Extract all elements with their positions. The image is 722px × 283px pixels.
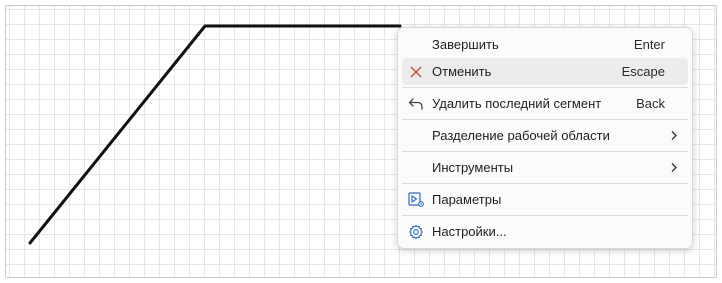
menu-item-cancel-shortcut: Escape: [621, 64, 665, 79]
chevron-right-icon: [666, 162, 688, 173]
menu-item-delete-last-segment[interactable]: Удалить последний сегмент Back: [402, 90, 688, 117]
menu-item-finish-label: Завершить: [432, 37, 499, 52]
menu-item-cancel-label: Отменить: [432, 64, 492, 79]
menu-item-parameters-label: Параметры: [432, 192, 502, 207]
menu-item-split-workspace-label: Разделение рабочей области: [432, 128, 610, 143]
menu-separator: [402, 183, 688, 184]
undo-arrow-icon: [402, 90, 430, 117]
menu-item-tools[interactable]: Инструменты: [402, 154, 688, 181]
menu-item-settings[interactable]: Настройки...: [402, 218, 688, 245]
gear-icon: [402, 218, 430, 245]
menu-separator: [402, 215, 688, 216]
menu-item-split-workspace[interactable]: Разделение рабочей области: [402, 122, 688, 149]
finish-icon-placeholder: [402, 31, 430, 58]
chevron-right-icon: [666, 130, 688, 141]
menu-item-parameters[interactable]: Параметры: [402, 186, 688, 213]
menu-item-finish[interactable]: Завершить Enter: [402, 31, 688, 58]
context-menu: Завершить Enter Отменить Escape Удалить …: [397, 27, 693, 249]
menu-item-delete-last-segment-label: Удалить последний сегмент: [432, 96, 602, 111]
menu-item-finish-shortcut: Enter: [633, 37, 665, 52]
menu-separator: [402, 87, 688, 88]
menu-item-cancel[interactable]: Отменить Escape: [402, 58, 688, 85]
tools-icon-placeholder: [402, 154, 430, 181]
menu-separator: [402, 151, 688, 152]
menu-separator: [402, 119, 688, 120]
menu-item-settings-label: Настройки...: [432, 224, 507, 239]
parameters-icon: [402, 186, 430, 213]
split-icon-placeholder: [402, 122, 430, 149]
menu-item-delete-last-segment-shortcut: Back: [636, 96, 665, 111]
menu-item-tools-label: Инструменты: [432, 160, 514, 175]
close-icon: [402, 58, 430, 85]
